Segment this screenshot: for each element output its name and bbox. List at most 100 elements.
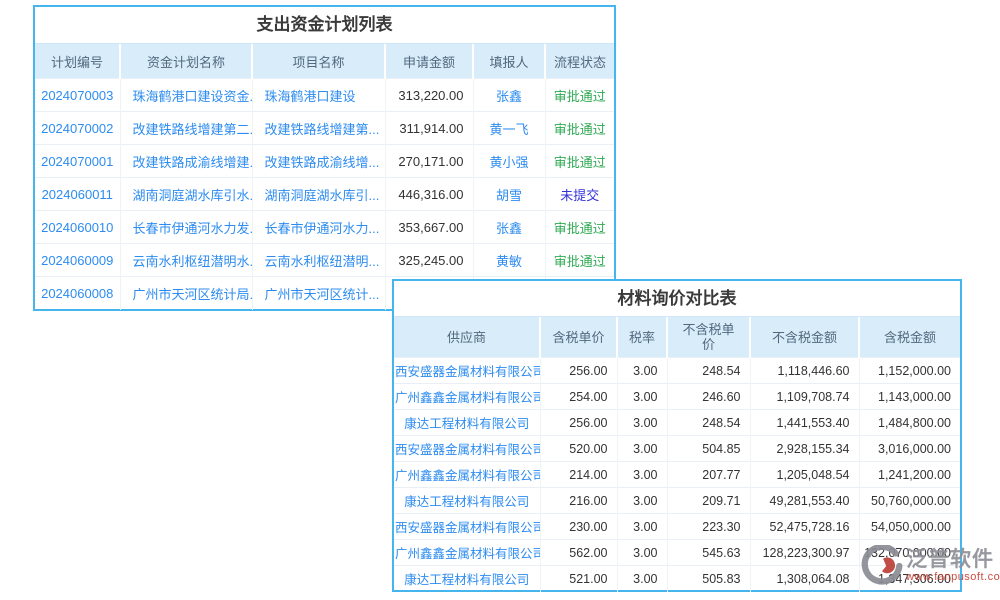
plan-id-link[interactable]: 2024070003 — [35, 79, 120, 112]
plan-column-header-4: 填报人 — [473, 44, 545, 79]
status-badge: 审批通过 — [545, 79, 614, 112]
plan-id-link[interactable]: 2024060011 — [35, 178, 120, 211]
amount-with-tax: 1,152,000.00 — [859, 358, 960, 384]
quote-column-header-label: 不含税金额 — [772, 330, 837, 345]
tax-rate: 3.00 — [617, 462, 667, 488]
status-badge: 审批通过 — [545, 145, 614, 178]
unit-price-without-tax: 209.71 — [667, 488, 750, 514]
tax-rate: 3.00 — [617, 488, 667, 514]
tax-rate: 3.00 — [617, 358, 667, 384]
quote-column-header-5: 含税金额 — [859, 317, 960, 358]
fund-plan-name-link[interactable]: 广州市天河区统计局... — [120, 277, 252, 310]
amount-with-tax: 3,016,000.00 — [859, 436, 960, 462]
quote-table-row: 西安盛器金属材料有限公司256.003.00248.541,118,446.60… — [394, 358, 960, 384]
supplier-link[interactable]: 广州鑫鑫金属材料有限公司 — [394, 462, 540, 488]
tax-rate: 3.00 — [617, 566, 667, 592]
project-name-link[interactable]: 改建铁路成渝线增... — [252, 145, 385, 178]
unit-price-with-tax: 562.00 — [540, 540, 617, 566]
reporter-link[interactable]: 胡雪 — [473, 178, 545, 211]
unit-price-with-tax: 214.00 — [540, 462, 617, 488]
quote-table-header-row: 供应商含税单价税率不含税单价不含税金额含税金额 — [394, 317, 960, 358]
plan-id-link[interactable]: 2024070002 — [35, 112, 120, 145]
unit-price-with-tax: 521.00 — [540, 566, 617, 592]
reporter-link[interactable]: 张鑫 — [473, 211, 545, 244]
reporter-link[interactable]: 黄一飞 — [473, 112, 545, 145]
fund-plan-name-link[interactable]: 改建铁路线增建第二... — [120, 112, 252, 145]
quote-table-row: 西安盛器金属材料有限公司230.003.00223.3052,475,728.1… — [394, 514, 960, 540]
reporter-link[interactable]: 黄小强 — [473, 145, 545, 178]
plan-id-link[interactable]: 2024060009 — [35, 244, 120, 277]
amount-with-tax: 50,760,000.00 — [859, 488, 960, 514]
plan-table-row: 2024060009云南水利枢纽潜明水...云南水利枢纽潜明...325,245… — [35, 244, 614, 277]
plan-id-link[interactable]: 2024060008 — [35, 277, 120, 310]
request-amount: 270,171.00 — [385, 145, 473, 178]
watermark: 泛普软件 www.fanpusoft.com — [861, 545, 1000, 587]
request-amount: 446,316.00 — [385, 178, 473, 211]
project-name-link[interactable]: 改建铁路线增建第... — [252, 112, 385, 145]
reporter-link[interactable]: 黄敏 — [473, 244, 545, 277]
quote-table-row: 康达工程材料有限公司256.003.00248.541,441,553.401,… — [394, 410, 960, 436]
unit-price-without-tax: 207.77 — [667, 462, 750, 488]
quote-table-row: 康达工程材料有限公司216.003.00209.7149,281,553.405… — [394, 488, 960, 514]
expenditure-plan-table-title: 支出资金计划列表 — [35, 7, 614, 44]
supplier-link[interactable]: 广州鑫鑫金属材料有限公司 — [394, 540, 540, 566]
amount-without-tax: 1,118,446.60 — [750, 358, 859, 384]
fund-plan-name-link[interactable]: 云南水利枢纽潜明水... — [120, 244, 252, 277]
amount-without-tax: 49,281,553.40 — [750, 488, 859, 514]
fund-plan-name-link[interactable]: 改建铁路成渝线增建... — [120, 145, 252, 178]
status-badge: 审批通过 — [545, 112, 614, 145]
project-name-link[interactable]: 云南水利枢纽潜明... — [252, 244, 385, 277]
supplier-link[interactable]: 康达工程材料有限公司 — [394, 488, 540, 514]
quote-column-header-label: 不含税单价 — [681, 322, 737, 352]
plan-table-row: 2024070003珠海鹤港口建设资金...珠海鹤港口建设313,220.00张… — [35, 79, 614, 112]
fund-plan-name-link[interactable]: 湖南洞庭湖水库引水... — [120, 178, 252, 211]
fund-plan-name-link[interactable]: 长春市伊通河水力发... — [120, 211, 252, 244]
expenditure-plan-table: 计划编号资金计划名称项目名称申请金额填报人流程状态 2024070003珠海鹤港… — [35, 44, 614, 310]
watermark-url: www.fanpusoft.com — [906, 571, 1000, 584]
request-amount: 325,245.00 — [385, 244, 473, 277]
quote-column-header-2: 税率 — [617, 317, 667, 358]
tax-rate: 3.00 — [617, 540, 667, 566]
fanpu-logo-icon — [861, 545, 903, 587]
project-name-link[interactable]: 长春市伊通河水力... — [252, 211, 385, 244]
amount-without-tax: 1,441,553.40 — [750, 410, 859, 436]
amount-with-tax: 1,241,200.00 — [859, 462, 960, 488]
amount-with-tax: 1,484,800.00 — [859, 410, 960, 436]
unit-price-with-tax: 254.00 — [540, 384, 617, 410]
unit-price-without-tax: 504.85 — [667, 436, 750, 462]
amount-without-tax: 2,928,155.34 — [750, 436, 859, 462]
unit-price-without-tax: 246.60 — [667, 384, 750, 410]
unit-price-with-tax: 520.00 — [540, 436, 617, 462]
plan-column-header-2: 项目名称 — [252, 44, 385, 79]
supplier-link[interactable]: 康达工程材料有限公司 — [394, 566, 540, 592]
plan-column-header-5: 流程状态 — [545, 44, 614, 79]
tax-rate: 3.00 — [617, 410, 667, 436]
plan-column-header-0: 计划编号 — [35, 44, 120, 79]
supplier-link[interactable]: 西安盛器金属材料有限公司 — [394, 436, 540, 462]
unit-price-with-tax: 256.00 — [540, 358, 617, 384]
amount-without-tax: 128,223,300.97 — [750, 540, 859, 566]
quote-table-row: 西安盛器金属材料有限公司520.003.00504.852,928,155.34… — [394, 436, 960, 462]
plan-id-link[interactable]: 2024060010 — [35, 211, 120, 244]
supplier-link[interactable]: 广州鑫鑫金属材料有限公司 — [394, 384, 540, 410]
project-name-link[interactable]: 湖南洞庭湖水库引... — [252, 178, 385, 211]
watermark-brand: 泛普软件 — [906, 549, 1000, 571]
plan-column-header-1: 资金计划名称 — [120, 44, 252, 79]
plan-table-row: 2024060011湖南洞庭湖水库引水...湖南洞庭湖水库引...446,316… — [35, 178, 614, 211]
reporter-link[interactable]: 张鑫 — [473, 79, 545, 112]
supplier-link[interactable]: 西安盛器金属材料有限公司 — [394, 514, 540, 540]
fund-plan-name-link[interactable]: 珠海鹤港口建设资金... — [120, 79, 252, 112]
unit-price-without-tax: 223.30 — [667, 514, 750, 540]
request-amount: 311,914.00 — [385, 112, 473, 145]
project-name-link[interactable]: 珠海鹤港口建设 — [252, 79, 385, 112]
quote-table-row: 广州鑫鑫金属材料有限公司254.003.00246.601,109,708.74… — [394, 384, 960, 410]
supplier-link[interactable]: 西安盛器金属材料有限公司 — [394, 358, 540, 384]
supplier-link[interactable]: 康达工程材料有限公司 — [394, 410, 540, 436]
project-name-link[interactable]: 广州市天河区统计... — [252, 277, 385, 310]
amount-with-tax: 54,050,000.00 — [859, 514, 960, 540]
plan-id-link[interactable]: 2024070001 — [35, 145, 120, 178]
request-amount: 313,220.00 — [385, 79, 473, 112]
quote-column-header-label: 含税单价 — [552, 330, 604, 345]
amount-without-tax: 52,475,728.16 — [750, 514, 859, 540]
unit-price-with-tax: 256.00 — [540, 410, 617, 436]
